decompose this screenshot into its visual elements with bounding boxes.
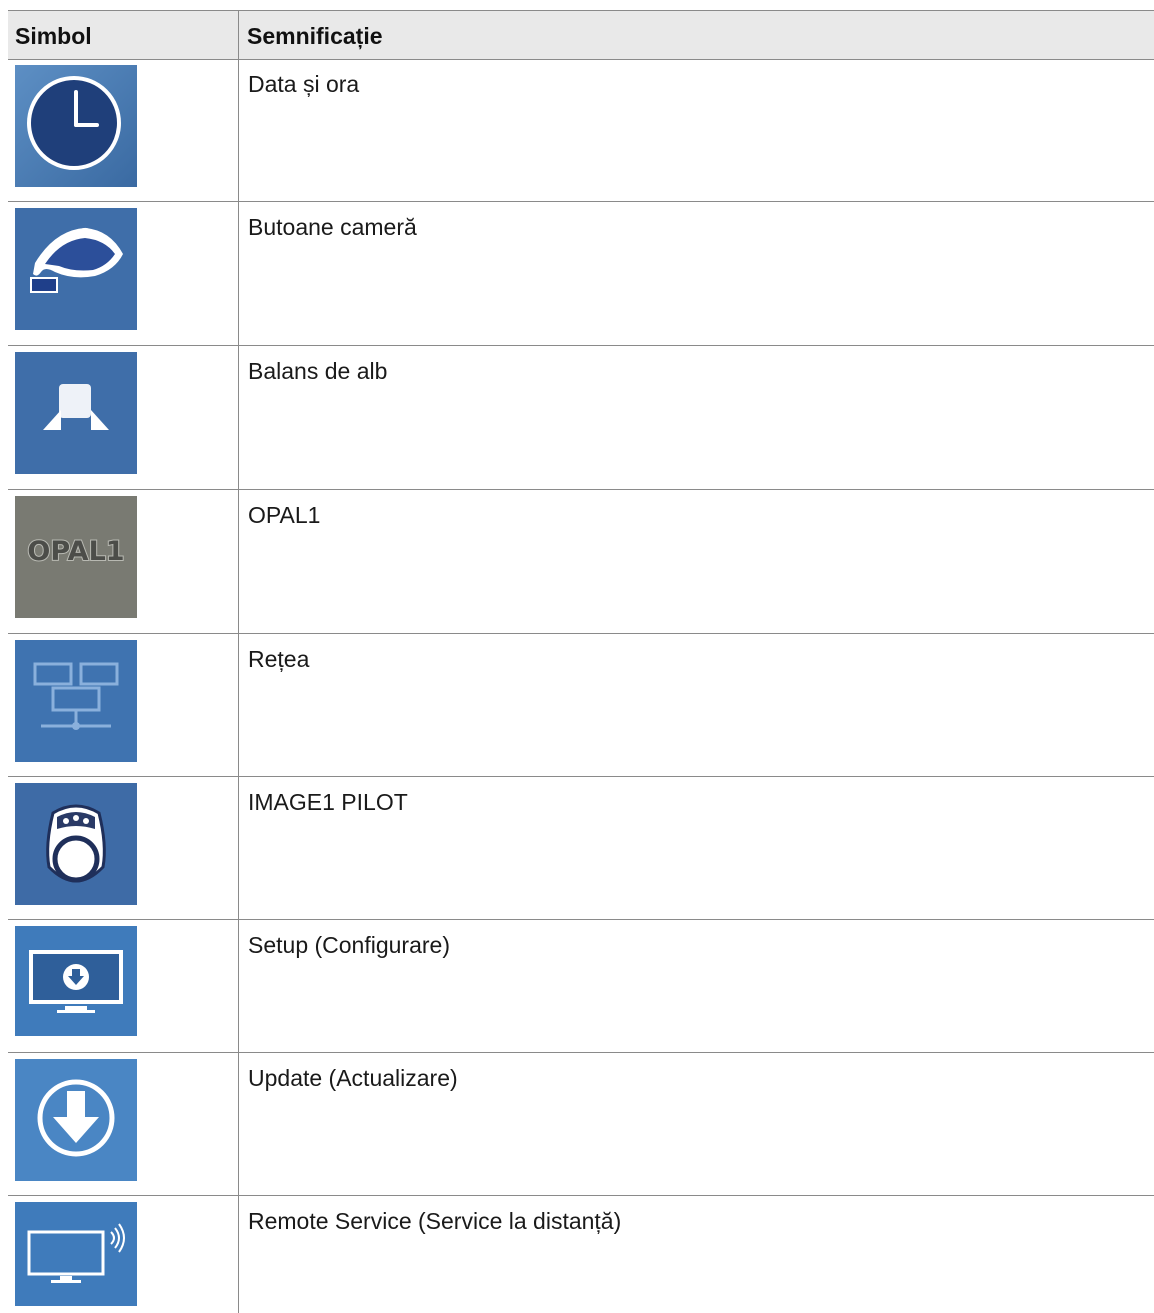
image1-pilot-icon bbox=[15, 783, 137, 905]
table-row: Remote Service (Service la distanță) bbox=[8, 1196, 1154, 1313]
header-symbol: Simbol bbox=[15, 23, 92, 49]
white-balance-icon bbox=[15, 352, 137, 474]
table-row: Butoane cameră bbox=[8, 202, 1154, 346]
row-label: Update (Actualizare) bbox=[248, 1065, 458, 1091]
header-meaning: Semnificație bbox=[247, 23, 383, 49]
row-label: Data și ora bbox=[248, 71, 360, 97]
row-label: Setup (Configurare) bbox=[248, 932, 450, 958]
network-icon bbox=[15, 640, 137, 762]
remote-service-icon bbox=[15, 1202, 137, 1306]
row-label: Rețea bbox=[248, 646, 310, 672]
hand-press-icon bbox=[15, 208, 137, 330]
row-label: IMAGE1 PILOT bbox=[248, 789, 408, 815]
row-label: Butoane cameră bbox=[248, 214, 417, 240]
update-download-icon bbox=[15, 1059, 137, 1181]
opal1-icon-text: OPAL1 bbox=[27, 536, 124, 567]
row-label: Remote Service (Service la distanță) bbox=[248, 1208, 622, 1234]
table-row: Setup (Configurare) bbox=[8, 920, 1154, 1053]
table-header: Simbol Semnificație bbox=[8, 10, 1154, 60]
table-row: IMAGE1 PILOT bbox=[8, 777, 1154, 920]
column-divider bbox=[238, 10, 239, 1313]
opal1-icon: OPAL1 bbox=[15, 496, 137, 618]
row-label: OPAL1 bbox=[248, 502, 321, 528]
table-row: Update (Actualizare) bbox=[8, 1053, 1154, 1196]
clock-icon bbox=[15, 65, 137, 187]
table-row: Rețea bbox=[8, 634, 1154, 777]
table-row: Balans de alb bbox=[8, 346, 1154, 490]
table-row: OPAL1 OPAL1 bbox=[8, 490, 1154, 634]
table-row: Data și ora bbox=[8, 59, 1154, 202]
setup-monitor-icon bbox=[15, 926, 137, 1036]
row-label: Balans de alb bbox=[248, 358, 388, 384]
